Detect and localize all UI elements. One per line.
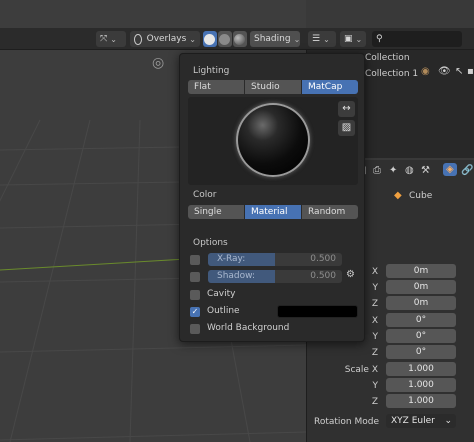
wireframe-shading-icon: [204, 33, 215, 45]
world-tab-icon[interactable]: ◍: [405, 165, 414, 176]
lighting-option-flat[interactable]: Flat: [188, 80, 245, 94]
material-shading-icon: [234, 33, 245, 45]
shadow-label: Shadow:: [217, 271, 256, 281]
matcap-preview[interactable]: ↔ ▨: [188, 97, 358, 185]
color-selector: Single Material Random: [188, 205, 358, 219]
color-option-random[interactable]: Random: [302, 205, 358, 219]
rotation-z-label: Z: [371, 348, 378, 358]
display-mode-icon: ▣: [344, 34, 353, 44]
search-icon: ⚲: [376, 34, 383, 44]
shading-solid-button[interactable]: [218, 31, 232, 47]
outline-label: Outline: [207, 306, 240, 316]
render-camera-icon[interactable]: ▪: [467, 66, 474, 77]
location-y-field[interactable]: 0m: [386, 280, 456, 294]
options-title: Options: [193, 238, 228, 248]
chevron-down-icon: ⌄: [323, 34, 330, 44]
flip-matcap-button[interactable]: ↔: [338, 101, 355, 117]
object-tab-icon[interactable]: ◈: [443, 163, 457, 176]
collection-label[interactable]: Collection: [365, 53, 410, 63]
visibility-eye-icon[interactable]: 👁: [438, 66, 451, 77]
color-title: Color: [193, 190, 217, 200]
world-background-checkbox[interactable]: [190, 324, 200, 334]
scale-x-field[interactable]: 1.000: [386, 362, 456, 376]
color-option-single[interactable]: Single: [188, 205, 245, 219]
output-tab-icon[interactable]: ⎙: [373, 165, 381, 176]
color-option-material[interactable]: Material: [245, 205, 302, 219]
select-cursor-icon[interactable]: ↖: [455, 66, 463, 77]
shadow-value: 0.500: [310, 271, 336, 281]
viewport-gizmo-icon[interactable]: ◎: [152, 55, 164, 71]
overlays-icon: [134, 33, 142, 45]
shading-material-button[interactable]: [233, 31, 247, 47]
shadow-settings-gear-icon[interactable]: ⚙: [346, 269, 355, 280]
xray-checkbox[interactable]: [190, 255, 200, 265]
horizontal-arrows-icon: ↔: [342, 103, 351, 114]
rotation-mode-label: Rotation Mode: [313, 417, 379, 427]
rotation-x-field[interactable]: 0°: [386, 313, 456, 327]
shadow-slider[interactable]: Shadow: 0.500: [208, 270, 342, 283]
location-z-field[interactable]: 0m: [386, 296, 456, 310]
shading-label: Shading: [254, 34, 291, 44]
object-name[interactable]: Cube: [409, 191, 432, 201]
xray-label: X-Ray:: [217, 254, 246, 264]
world-background-label: World Background: [207, 323, 290, 333]
solid-shading-icon: [219, 33, 230, 45]
collection1-label[interactable]: Collection 1: [365, 69, 418, 79]
scale-x-label: Scale X: [344, 365, 378, 375]
matcap-sphere: [236, 103, 310, 177]
outliner-icon: ☰: [312, 34, 321, 44]
chevron-down-icon: ⌄: [355, 34, 363, 44]
scale-y-label: Y: [372, 381, 379, 391]
cavity-checkbox[interactable]: [190, 290, 200, 300]
cavity-label: Cavity: [207, 289, 236, 299]
shadow-checkbox[interactable]: [190, 272, 200, 282]
object-data-icon: ◉: [421, 66, 430, 77]
outliner-search-input[interactable]: ⚲: [372, 31, 462, 47]
pivot-icon: ⤧: [100, 34, 108, 44]
scale-y-field[interactable]: 1.000: [386, 378, 456, 392]
rotation-z-field[interactable]: 0°: [386, 345, 456, 359]
shading-popover: Lighting Flat Studio MatCap ↔ ▨ Color Si…: [179, 53, 365, 342]
transform-pivot-button[interactable]: ⤧ ⌄: [96, 31, 126, 47]
scene-tab-icon[interactable]: ✦: [389, 165, 397, 176]
display-mode-button[interactable]: ▣ ⌄: [340, 31, 366, 47]
object-cube-icon: ◆: [394, 190, 402, 201]
xray-slider[interactable]: X-Ray: 0.500: [208, 253, 342, 266]
shading-wireframe-button[interactable]: [203, 31, 217, 47]
chevron-down-icon: ⌄: [110, 34, 117, 44]
rotation-mode-select[interactable]: XYZ Euler ⌄: [386, 414, 456, 428]
scale-z-field[interactable]: 1.000: [386, 394, 456, 408]
outline-checkbox[interactable]: ✓: [190, 307, 200, 317]
outline-color-swatch[interactable]: [277, 305, 358, 318]
lighting-title: Lighting: [193, 66, 230, 76]
lighting-selector: Flat Studio MatCap: [188, 80, 358, 94]
image-settings-icon: ▨: [341, 122, 352, 133]
shading-popover-button[interactable]: Shading ⌄: [250, 31, 300, 47]
lighting-option-studio[interactable]: Studio: [245, 80, 302, 94]
modifier-tab-icon[interactable]: 🔗: [461, 165, 473, 176]
chevron-down-icon: ⌄: [189, 34, 196, 44]
scale-z-label: Z: [371, 397, 378, 407]
rotation-mode-value: XYZ Euler: [391, 416, 435, 426]
matcap-preferences-button[interactable]: ▨: [338, 120, 355, 136]
chevron-down-icon: ⌄: [444, 416, 452, 426]
overlays-label: Overlays: [146, 34, 187, 44]
location-x-field[interactable]: 0m: [386, 264, 456, 278]
rotation-y-field[interactable]: 0°: [386, 329, 456, 343]
overlays-button[interactable]: Overlays ⌄: [130, 31, 200, 47]
lighting-option-matcap[interactable]: MatCap: [302, 80, 358, 94]
tool-tab-icon[interactable]: ⚒: [421, 165, 430, 176]
chevron-down-icon: ⌄: [293, 34, 301, 44]
editor-type-button[interactable]: ☰ ⌄: [308, 31, 336, 47]
viewport-header: ⤧ ⌄ Overlays ⌄ Shading ⌄ ☰ ⌄ ▣ ⌄ ⚲: [0, 28, 474, 50]
xray-value: 0.500: [310, 254, 336, 264]
